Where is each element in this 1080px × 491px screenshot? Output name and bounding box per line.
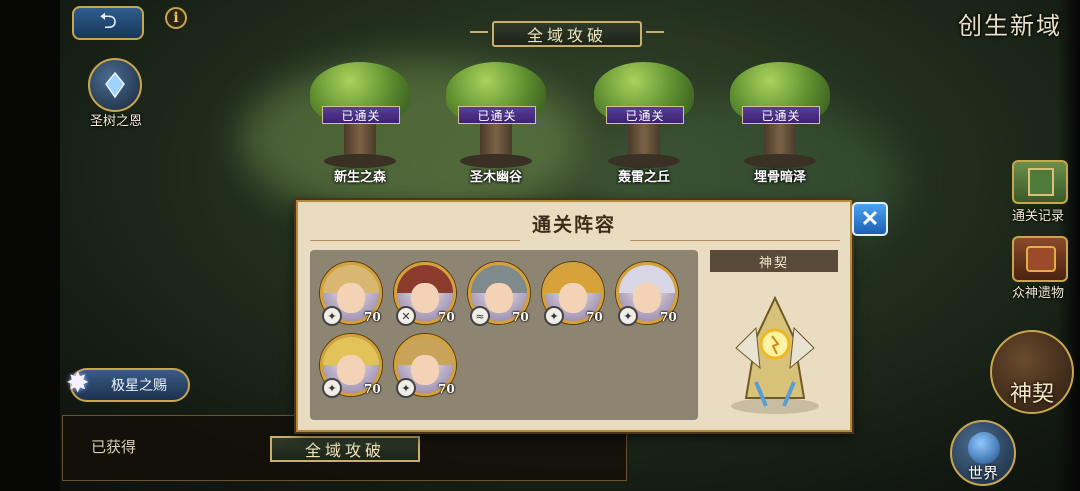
- hero-level: 70: [660, 310, 677, 324]
- hero-class-icon: ✦: [544, 306, 564, 326]
- globe-icon: [968, 432, 1000, 464]
- hero-roster: ✦ 70 ✕ 70 ≈70 ✦ 70 ✦ 70 ✦ 70 ✦ 70: [310, 250, 698, 420]
- hero-level: 70: [512, 310, 529, 324]
- hero-level: 70: [438, 382, 455, 396]
- game-screen: ⮌ i 创生新域 圣树之恩 极星之赐 ✸ 全域攻破 已通关 新生之森 已通关 圣木幽谷…: [0, 0, 1080, 491]
- dialog-title: 通关阵容: [531, 214, 616, 236]
- hero-class-icon: ✦: [322, 306, 342, 326]
- clear-lineup-dialog: 通关阵容 ✦ 70 ✕ 70 ≈70 ✦ 70 ✦ 70 ✦ 70 ✦ 70 神契: [296, 200, 852, 432]
- hero-level: 70: [364, 310, 381, 324]
- close-x-icon: ✕: [860, 206, 880, 232]
- return-arrow-icon: ⮌: [99, 9, 117, 34]
- hero-face: [559, 283, 587, 313]
- title-rule-left: [310, 240, 520, 241]
- title-rule-right: [630, 240, 840, 241]
- hero-level: 70: [438, 310, 455, 324]
- hero-level: 70: [364, 382, 381, 396]
- mech-figure-icon: [731, 295, 819, 414]
- obtained-label: 已获得: [91, 438, 137, 456]
- cleared-badge: 已通关: [458, 106, 536, 124]
- cleared-badge: 已通关: [322, 106, 400, 124]
- relics-button[interactable]: [1012, 236, 1068, 282]
- tree-blessing-button[interactable]: [88, 58, 142, 112]
- stage-name: 埋骨暗泽: [753, 170, 806, 185]
- star-gift-label: 极星之赐: [111, 378, 167, 394]
- stage-name: 圣木幽谷: [469, 170, 522, 185]
- hero-class-icon: ✦: [396, 378, 416, 398]
- info-icon[interactable]: i: [165, 7, 187, 29]
- clear-record-label: 通关记录: [1012, 209, 1065, 224]
- relics-label: 众神遗物: [1012, 286, 1065, 301]
- close-button[interactable]: ✕: [852, 202, 888, 236]
- stage-node[interactable]: 已通关 轰雷之丘: [584, 62, 704, 185]
- hero-class-icon: ≈: [470, 306, 490, 326]
- tree-blessing-label: 圣树之恩: [90, 114, 143, 129]
- hero-class-icon: ✦: [322, 378, 342, 398]
- contract-mech-image: [716, 278, 834, 418]
- stage-node[interactable]: 已通关 埋骨暗泽: [720, 62, 840, 185]
- contract-tag: 神契: [710, 250, 838, 272]
- world-label: 世界: [967, 464, 998, 482]
- world-button[interactable]: 世界: [950, 420, 1016, 486]
- stage-node[interactable]: 已通关 新生之森: [300, 62, 420, 185]
- hero-face: [485, 283, 513, 313]
- full-domain-banner: 全域攻破: [470, 21, 664, 47]
- hero-level: 70: [586, 310, 603, 324]
- clear-record-button[interactable]: [1012, 160, 1068, 204]
- treasure-chest-icon: [1026, 246, 1056, 272]
- hero-face: [633, 283, 661, 313]
- stage-node[interactable]: 已通关 圣木幽谷: [436, 62, 556, 185]
- bottom-full-domain-banner: 全域攻破: [270, 436, 420, 462]
- hero-face: [411, 283, 439, 313]
- left-edge-shade: [0, 0, 60, 491]
- star-icon: ✸: [66, 366, 90, 399]
- book-icon: [1028, 168, 1054, 196]
- cleared-badge: 已通关: [742, 106, 820, 124]
- cleared-badge: 已通关: [606, 106, 684, 124]
- contract-label: 神契: [1009, 382, 1054, 407]
- stage-name: 新生之森: [333, 170, 386, 185]
- contract-button[interactable]: 神契: [990, 330, 1074, 414]
- stage-name: 轰雷之丘: [617, 170, 670, 185]
- hero-face: [337, 355, 365, 385]
- hero-face: [411, 355, 439, 385]
- back-button[interactable]: ⮌: [72, 6, 144, 40]
- hero-face: [337, 283, 365, 313]
- region-title: 创生新域: [958, 12, 1062, 40]
- tree-emblem-icon: [105, 71, 125, 99]
- hero-class-icon: ✕: [396, 306, 416, 326]
- hero-class-icon: ✦: [618, 306, 638, 326]
